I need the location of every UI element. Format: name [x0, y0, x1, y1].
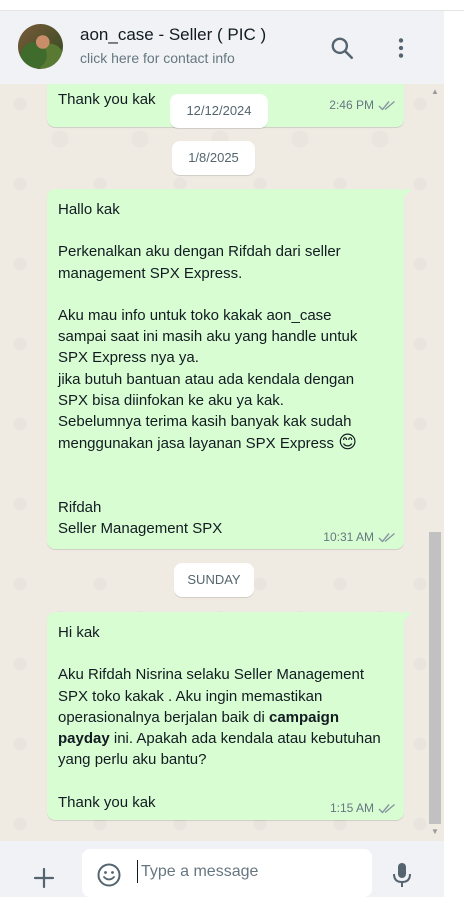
- contact-info-hint[interactable]: click here for contact info: [80, 50, 235, 66]
- message-meta: 10:31 AM: [323, 530, 396, 544]
- contact-name[interactable]: aon_case - Seller ( PIC ): [80, 25, 266, 45]
- message-time: 1:15 AM: [329, 801, 374, 815]
- read-ticks-icon: [378, 532, 395, 543]
- scrollbar-thumb[interactable]: [429, 532, 441, 824]
- emoji-icon[interactable]: [96, 862, 122, 888]
- date-separator: 1/8/2025: [172, 141, 255, 175]
- search-icon[interactable]: [329, 35, 355, 61]
- smile-emoji: 😊: [338, 432, 357, 453]
- message-meta: 1:15 AM: [330, 801, 396, 815]
- bubble-tail: [402, 189, 412, 199]
- message-input[interactable]: Type a message: [82, 849, 372, 897]
- message-input-placeholder: Type a message: [141, 863, 259, 880]
- date-separator: 12/12/2024: [170, 94, 268, 128]
- microphone-icon[interactable]: [390, 861, 414, 889]
- message-time: 2:46 PM: [329, 98, 374, 112]
- message-bubble-outgoing[interactable]: Hi kak Aku Rifdah Nisrina selaku Seller …: [47, 612, 412, 820]
- plus-icon[interactable]: [32, 866, 56, 890]
- scrollbar[interactable]: ▲ ▼: [428, 84, 442, 841]
- text-caret: [137, 860, 138, 883]
- read-ticks-icon: [378, 100, 395, 111]
- message-time: 10:31 AM: [323, 530, 374, 544]
- window-edge: [444, 11, 464, 897]
- message-bubble-outgoing[interactable]: Hallo kak Perkenalkan aku dengan Rifdah …: [47, 189, 412, 549]
- message-text: Thank you kak: [58, 91, 156, 108]
- date-separator: SUNDAY: [174, 563, 254, 597]
- read-ticks-icon: [378, 803, 395, 814]
- window-top-edge: [0, 0, 464, 11]
- kebab-menu-icon[interactable]: [388, 35, 414, 61]
- chat-header[interactable]: aon_case - Seller ( PIC ) click here for…: [0, 11, 444, 84]
- message-text: Hallo kak Perkenalkan aku dengan Rifdah …: [58, 201, 358, 537]
- scroll-down-arrow-icon[interactable]: ▼: [428, 826, 442, 838]
- message-composer: Type a message: [0, 841, 444, 897]
- bubble-tail: [402, 612, 412, 622]
- message-text: Hi kak Aku Rifdah Nisrina selaku Seller …: [58, 624, 381, 811]
- contact-avatar[interactable]: [18, 24, 63, 69]
- scroll-up-arrow-icon[interactable]: ▲: [428, 86, 442, 98]
- message-meta: 2:46 PM: [329, 98, 396, 112]
- message-list[interactable]: Thank you kak 2:46 PM 12/12/2024 1/8/202…: [0, 84, 444, 841]
